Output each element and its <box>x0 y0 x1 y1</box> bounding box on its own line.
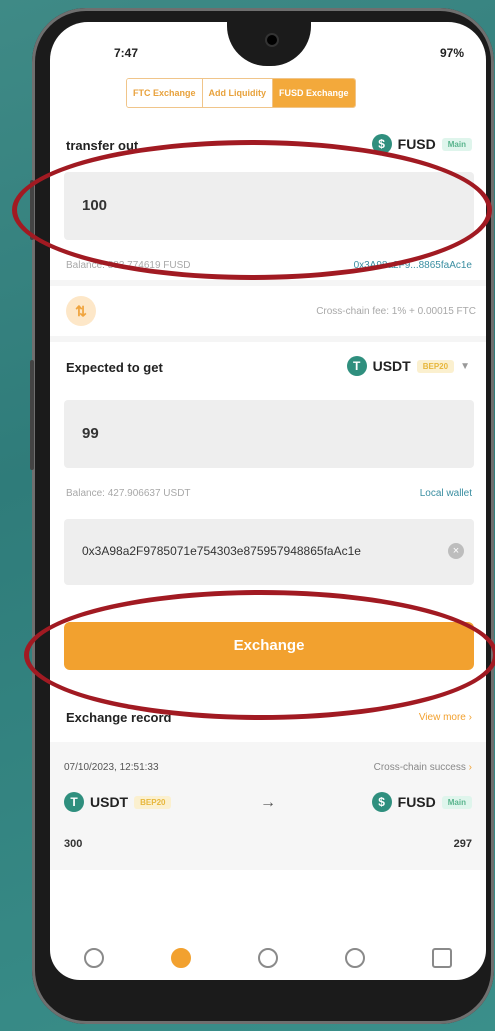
expected-label: Expected to get <box>66 360 163 375</box>
expected-token: USDT <box>372 358 411 374</box>
side-button <box>30 360 34 470</box>
annotation-ellipse-button <box>24 590 495 720</box>
record-to-token-label: FUSD <box>397 794 436 810</box>
chevron-right-icon: › <box>468 762 472 773</box>
network-badge: BEP20 <box>134 795 172 809</box>
view-more-link[interactable]: View more › <box>419 712 472 723</box>
expected-amount-field[interactable]: 99 <box>64 400 474 468</box>
chevron-right-icon: › <box>468 712 472 723</box>
chart-icon[interactable] <box>257 948 278 968</box>
receive-address-input[interactable]: 0x3A98a2F9785071e754303e875957948865faAc… <box>64 519 474 585</box>
expected-balance: Balance: 427.906637 USDT <box>66 488 191 499</box>
tab-fusd-exchange[interactable]: FUSD Exchange <box>273 79 355 107</box>
network-badge: Main <box>441 137 472 151</box>
transfer-out-token-selector[interactable]: $ FUSD Main <box>371 134 472 154</box>
chevron-down-icon: ▼ <box>460 360 470 372</box>
view-more-label: View more <box>418 712 466 723</box>
record-to-amount: 297 <box>453 838 472 850</box>
wallet-icon[interactable] <box>432 948 453 968</box>
home-icon[interactable] <box>83 948 104 968</box>
record-from-token: T USDT BEP20 <box>64 792 172 812</box>
record-to-token: $ FUSD Main <box>371 792 472 812</box>
record-status-label: Cross-chain success <box>373 762 466 773</box>
cross-chain-fee: Cross-chain fee: 1% + 0.00015 FTC <box>316 306 476 317</box>
tab-add-liquidity[interactable]: Add Liquidity <box>202 79 274 107</box>
camera-icon <box>265 33 279 47</box>
network-badge: Main <box>441 795 472 809</box>
exchange-tabs: FTC Exchange Add Liquidity FUSD Exchange <box>126 78 356 108</box>
record-status: Cross-chain success › <box>374 762 472 773</box>
network-badge: BEP20 <box>416 359 455 373</box>
compass-icon[interactable] <box>345 948 366 968</box>
divider <box>50 336 486 342</box>
local-wallet-link[interactable]: Local wallet <box>420 488 472 499</box>
usdt-token-icon: T <box>64 792 84 812</box>
tab-ftc-exchange[interactable]: FTC Exchange <box>127 79 203 107</box>
exchange-record-item[interactable]: 07/10/2023, 12:51:33 Cross-chain success… <box>50 742 486 870</box>
expected-token-selector[interactable]: T USDT BEP20 ▼ <box>346 356 470 376</box>
clear-icon[interactable]: × <box>448 543 464 559</box>
exchange-nav-icon[interactable] <box>170 948 191 968</box>
arrow-right-icon: → <box>260 794 276 811</box>
bottom-nav <box>50 936 486 980</box>
divider <box>50 280 486 286</box>
record-date: 07/10/2023, 12:51:33 <box>64 762 159 773</box>
fusd-token-icon: $ <box>371 792 392 812</box>
battery-indicator: 97% <box>439 46 464 60</box>
record-from-amount: 300 <box>64 838 83 850</box>
status-time: 7:47 <box>114 46 139 60</box>
annotation-ellipse-input <box>12 140 492 280</box>
transfer-out-token: FUSD <box>397 136 436 152</box>
usdt-token-icon: T <box>346 356 367 376</box>
swap-direction-icon[interactable]: ⇅ <box>66 296 96 326</box>
expected-amount: 99 <box>82 425 99 442</box>
receive-address: 0x3A98a2F9785071e754303e875957948865faAc… <box>82 544 361 558</box>
record-from-token-label: USDT <box>90 794 129 810</box>
